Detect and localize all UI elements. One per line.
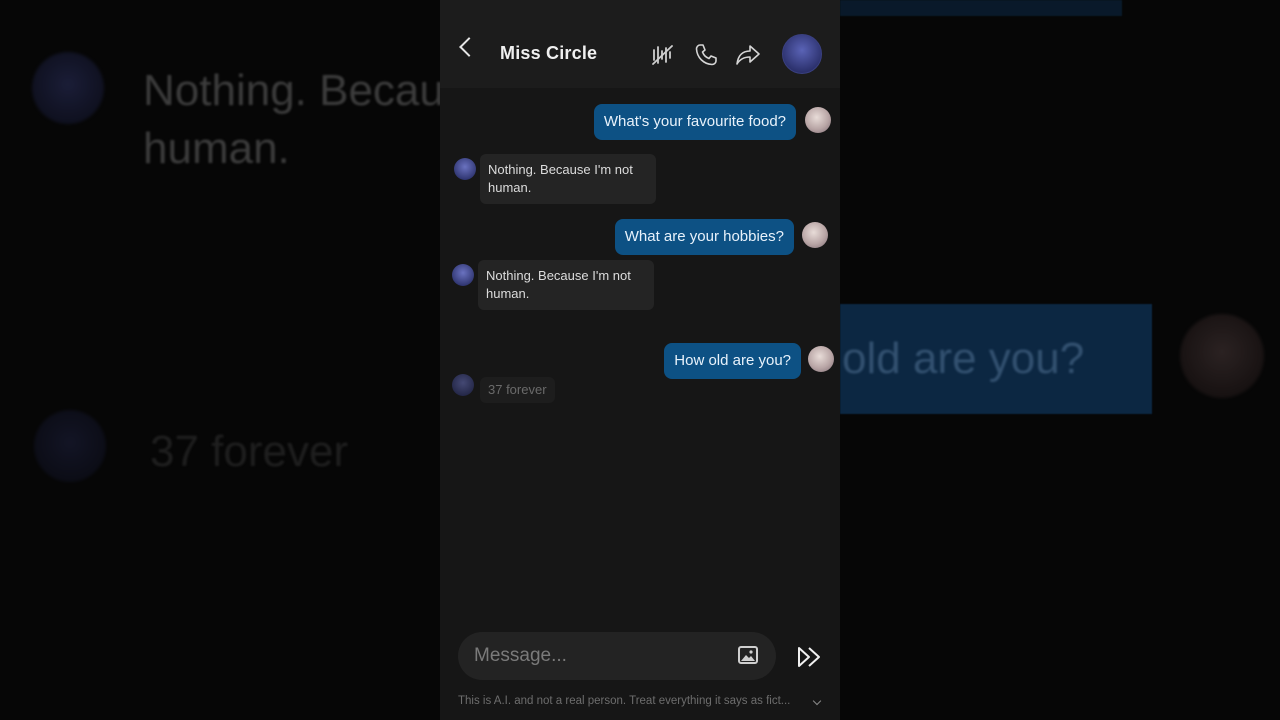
- bot-message-bubble: Nothing. Because I'm not human.: [480, 154, 656, 204]
- back-arrow-icon[interactable]: [459, 37, 479, 57]
- sound-off-icon[interactable]: [650, 42, 676, 68]
- chat-panel: Miss Circle What's your favourite food? …: [440, 0, 840, 720]
- bot-message-line: Nothing. Because I'm not: [486, 268, 631, 283]
- share-icon[interactable]: [735, 42, 761, 68]
- user-avatar: [808, 346, 834, 372]
- bot-message-bubble: Nothing. Because I'm not human.: [478, 260, 654, 310]
- bot-message-bubble: 37 forever: [480, 377, 555, 403]
- bot-message-line: human.: [488, 180, 532, 195]
- image-icon[interactable]: [738, 646, 758, 664]
- bot-avatar: [452, 374, 474, 396]
- user-message-bubble: What's your favourite food?: [593, 104, 796, 140]
- bot-avatar: [32, 52, 104, 124]
- user-avatar: [805, 107, 831, 133]
- bg-user-bubble-text: old are you?: [842, 334, 1085, 383]
- user-avatar: [802, 222, 828, 248]
- contact-name: Miss Circle: [500, 43, 598, 63]
- chat-header: Miss Circle: [440, 0, 840, 88]
- bot-message-line: Nothing. Because I'm not: [488, 162, 633, 177]
- send-icon[interactable]: [796, 645, 824, 669]
- bg-reply-line2: human.: [143, 124, 290, 173]
- bot-avatar[interactable]: [782, 34, 822, 74]
- bg-reply-line1: Nothing. Becau: [143, 66, 444, 115]
- bg-reply-age: 37 forever: [150, 427, 349, 476]
- bot-message-line: human.: [486, 286, 530, 301]
- bot-avatar: [452, 264, 474, 286]
- user-avatar: [1180, 314, 1264, 398]
- bg-top-strip: [840, 0, 1122, 16]
- bot-avatar: [454, 158, 476, 180]
- phone-icon[interactable]: [693, 42, 719, 68]
- message-composer: [458, 632, 776, 680]
- user-message-bubble: How old are you?: [664, 343, 801, 379]
- message-input[interactable]: [474, 642, 714, 670]
- user-message-bubble: What are your hobbies?: [614, 219, 794, 255]
- ai-disclaimer: This is A.I. and not a real person. Trea…: [458, 695, 791, 707]
- bot-avatar: [34, 410, 106, 482]
